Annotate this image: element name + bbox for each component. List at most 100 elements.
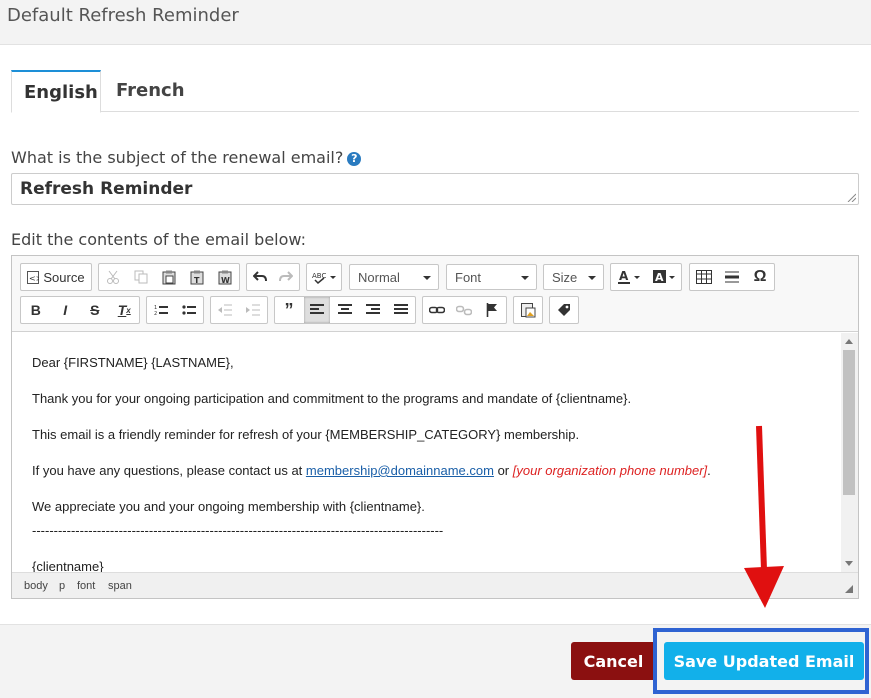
subject-input[interactable]: Refresh Reminder (11, 173, 859, 205)
email-line-reminder: This email is a friendly reminder for re… (32, 427, 580, 442)
contact-end: . (707, 463, 711, 478)
list-group: 12 (146, 296, 204, 324)
cancel-button[interactable]: Cancel (571, 642, 656, 680)
resize-grip-icon[interactable] (845, 585, 853, 593)
basic-styles-group: B I S Tx (20, 296, 140, 324)
subject-label: What is the subject of the renewal email… (11, 148, 362, 167)
format-select[interactable]: Normal (349, 264, 439, 290)
phone-placeholder: [your organization phone number] (512, 463, 708, 478)
undo-icon[interactable] (247, 264, 273, 290)
modal-header: Default Refresh Reminder (0, 0, 871, 45)
align-center-icon[interactable] (332, 297, 358, 323)
unlink-icon[interactable] (451, 297, 477, 323)
clipboard-group: T W (98, 263, 240, 291)
language-tabs: English French (11, 70, 859, 113)
save-updated-email-button[interactable]: Save Updated Email (664, 642, 864, 680)
svg-text:A: A (619, 269, 629, 283)
email-divider: ----------------------------------------… (32, 523, 444, 538)
align-left-icon[interactable] (304, 297, 330, 323)
email-line-signature: {clientname} (32, 559, 104, 572)
chevron-down-icon (588, 276, 596, 280)
spellcheck-icon[interactable]: ABC (307, 264, 341, 290)
undo-redo-group (246, 263, 300, 291)
source-group: <> Source (20, 263, 92, 291)
remove-format-icon[interactable]: Tx (111, 297, 137, 323)
scroll-thumb[interactable] (843, 350, 855, 495)
image-group (513, 296, 543, 324)
background-color-icon[interactable]: A (651, 264, 677, 290)
link-group (422, 296, 507, 324)
paste-text-icon[interactable]: T (184, 264, 210, 290)
resize-grip-icon[interactable] (847, 193, 856, 202)
email-body[interactable]: Dear {FIRSTNAME} {LASTNAME}, Thank you f… (12, 333, 842, 572)
increase-indent-icon[interactable] (240, 297, 266, 323)
blockquote-icon[interactable]: ” (276, 297, 302, 323)
insert-group: Ω (689, 263, 775, 291)
paste-icon[interactable] (156, 264, 182, 290)
svg-text:T: T (194, 276, 200, 285)
contact-prefix: If you have any questions, please contac… (32, 463, 306, 478)
size-select-value: Size (552, 270, 578, 285)
bulleted-list-icon[interactable] (176, 297, 202, 323)
contact-or: or (493, 463, 513, 478)
alignment-group: ” (274, 296, 416, 324)
scroll-up-icon[interactable] (845, 339, 853, 344)
svg-text:A: A (655, 271, 664, 284)
paste-word-icon[interactable]: W (212, 264, 238, 290)
format-select-value: Normal (358, 270, 400, 285)
path-item-p[interactable]: p (59, 580, 65, 592)
chevron-down-icon (521, 276, 529, 280)
email-line-greeting: Dear {FIRSTNAME} {LASTNAME}, (32, 355, 234, 370)
anchor-flag-icon[interactable] (479, 297, 505, 323)
spellcheck-group: ABC (306, 263, 342, 291)
bold-icon[interactable]: B (23, 297, 49, 323)
size-select[interactable]: Size (543, 264, 604, 290)
editor-label: Edit the contents of the email below: (11, 230, 306, 249)
path-item-span[interactable]: span (108, 580, 132, 592)
color-group: A A (610, 263, 682, 291)
italic-icon[interactable]: I (52, 297, 78, 323)
subject-value: Refresh Reminder (20, 179, 193, 199)
cut-icon[interactable] (100, 264, 126, 290)
svg-text:2: 2 (154, 311, 157, 316)
horizontal-line-icon[interactable] (719, 264, 745, 290)
red-arrow-annotation (744, 425, 784, 608)
source-button[interactable]: <> Source (21, 264, 91, 290)
path-item-font[interactable]: font (77, 580, 95, 592)
font-select[interactable]: Font (446, 264, 537, 290)
redo-icon[interactable] (273, 264, 299, 290)
email-line-contact: If you have any questions, please contac… (32, 463, 711, 478)
email-line-appreciation: We appreciate you and your ongoing membe… (32, 499, 425, 514)
editor-scrollbar[interactable] (841, 333, 858, 572)
source-label: Source (43, 269, 85, 285)
chevron-down-icon (423, 276, 431, 280)
font-select-value: Font (455, 270, 482, 285)
align-right-icon[interactable] (360, 297, 386, 323)
svg-text:ABC: ABC (312, 272, 326, 280)
tab-english[interactable]: English (11, 70, 101, 113)
source-icon: <> (27, 270, 40, 284)
align-justify-icon[interactable] (388, 297, 414, 323)
text-color-icon[interactable]: A (616, 264, 642, 290)
tag-icon[interactable] (550, 297, 578, 323)
email-line-thanks: Thank you for your ongoing participation… (32, 391, 632, 406)
path-item-body[interactable]: body (24, 580, 48, 592)
decrease-indent-icon[interactable] (212, 297, 238, 323)
numbered-list-icon[interactable]: 12 (148, 297, 174, 323)
svg-text:<>: <> (29, 274, 39, 283)
subject-label-text: What is the subject of the renewal email… (11, 148, 344, 167)
special-character-icon[interactable]: Ω (747, 264, 773, 290)
tab-french[interactable]: French (104, 70, 197, 113)
tag-group (549, 296, 579, 324)
link-icon[interactable] (424, 297, 450, 323)
modal-title: Default Refresh Reminder (7, 5, 239, 26)
svg-text:W: W (221, 276, 230, 285)
strikethrough-icon[interactable]: S (82, 297, 108, 323)
image-icon[interactable] (514, 297, 542, 323)
membership-email-link[interactable]: membership@domainname.com (306, 463, 494, 478)
copy-icon[interactable] (128, 264, 154, 290)
scroll-down-icon[interactable] (845, 561, 853, 566)
editor-toolbar: <> Source T W (12, 256, 858, 332)
question-circle-icon[interactable]: ? (347, 152, 362, 166)
table-icon[interactable] (691, 264, 717, 290)
